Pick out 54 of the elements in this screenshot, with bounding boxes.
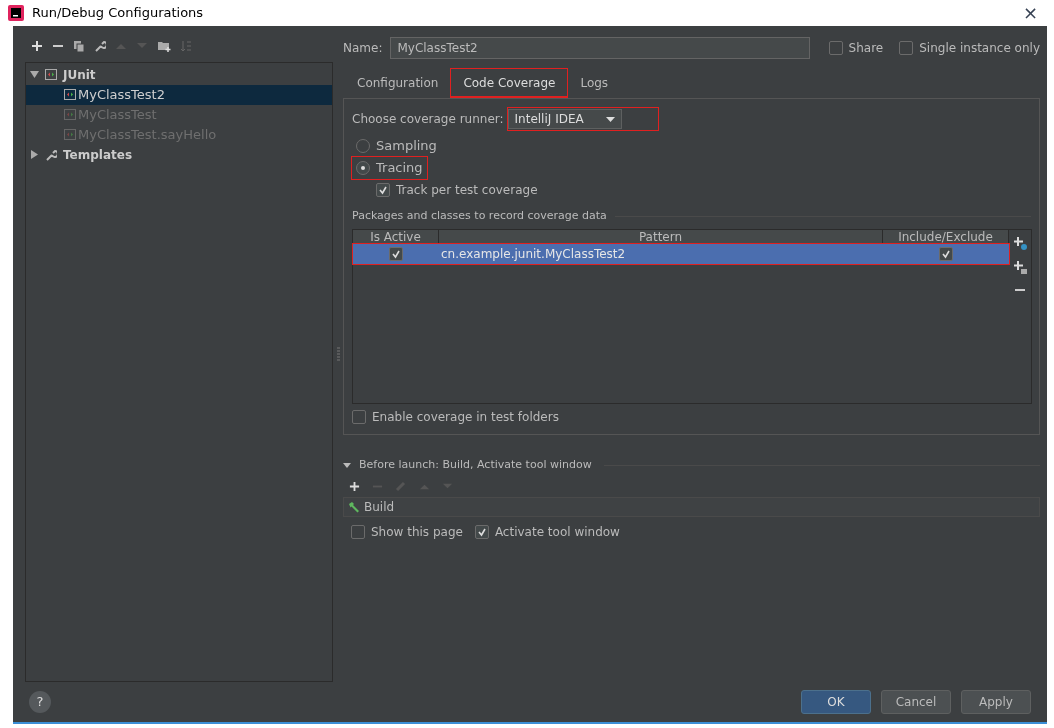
runner-dropdown[interactable]: IntelliJ IDEA	[507, 109, 622, 129]
task-item[interactable]: Build	[343, 497, 1040, 517]
dialog-button[interactable]: Cancel	[881, 690, 951, 714]
checkbox-label: Show this page	[371, 524, 463, 541]
folder-add-icon[interactable]	[157, 39, 171, 52]
section-title[interactable]: Before launch: Build, Activate tool window	[359, 456, 592, 474]
name-label: Name:	[343, 40, 383, 57]
checkbox-label: Activate tool window	[494, 524, 620, 541]
checkbox-label: Share	[848, 40, 884, 57]
collapse-caret-icon[interactable]	[343, 461, 351, 469]
tree-item-label: MyClassTest2	[78, 86, 165, 105]
dialog-button[interactable]: OK	[801, 690, 871, 714]
hammer-icon[interactable]	[348, 501, 360, 513]
section-title: Packages and classes to record coverage data	[352, 207, 607, 224]
help-button[interactable]: ?	[29, 691, 51, 713]
test-icon[interactable]	[64, 89, 76, 101]
tab[interactable]: Configuration	[345, 68, 451, 98]
expand-caret-icon[interactable]	[30, 70, 39, 80]
radio-option[interactable]: Sampling	[352, 135, 441, 157]
add-class-icon[interactable]	[1013, 236, 1027, 250]
tab[interactable]: Code Coverage	[450, 68, 569, 98]
checkbox[interactable]	[351, 525, 365, 539]
runner-label: Choose coverage runner:	[352, 111, 504, 128]
wrench-icon[interactable]	[45, 148, 57, 161]
table-cell-text: cn.example.junit.MyClassTest2	[440, 246, 627, 263]
collapse-caret-icon[interactable]	[30, 150, 39, 160]
radio-option[interactable]: Tracing	[352, 157, 427, 179]
copy-icon[interactable]	[73, 39, 85, 52]
radio-button[interactable]	[356, 139, 370, 153]
dialog-button[interactable]: Apply	[961, 690, 1031, 714]
checkbox[interactable]	[828, 41, 843, 55]
tab[interactable]: Logs	[568, 68, 621, 98]
radio-label: Tracing	[376, 159, 423, 178]
checkbox-label: Track per test coverage	[396, 182, 538, 199]
tree-item[interactable]: MyClassTest2	[26, 84, 332, 105]
close-button[interactable]: ×	[1014, 4, 1046, 22]
window-title: Run/Debug Configurations	[32, 4, 204, 23]
add-package-icon[interactable]	[1013, 260, 1027, 274]
checkbox[interactable]	[352, 410, 366, 424]
wrench-icon[interactable]	[94, 39, 106, 52]
add-icon[interactable]	[31, 39, 43, 52]
test-icon[interactable]	[45, 69, 57, 81]
radio-button[interactable]	[356, 161, 370, 175]
name-field[interactable]: MyClassTest2	[390, 37, 811, 59]
checkbox-label: Enable coverage in test folders	[372, 409, 559, 426]
add-icon[interactable]	[349, 480, 360, 492]
checkbox[interactable]	[899, 41, 914, 55]
tree-item[interactable]: Templates	[63, 145, 133, 164]
table-row[interactable]: cn.example.junit.MyClassTest2	[353, 244, 1009, 264]
dropdown-caret-icon[interactable]	[605, 116, 615, 122]
app-icon	[8, 5, 24, 21]
checkbox-label: Single instance only	[919, 40, 1040, 57]
tree-item[interactable]: JUnit	[63, 65, 96, 84]
radio-label: Sampling	[376, 137, 437, 156]
